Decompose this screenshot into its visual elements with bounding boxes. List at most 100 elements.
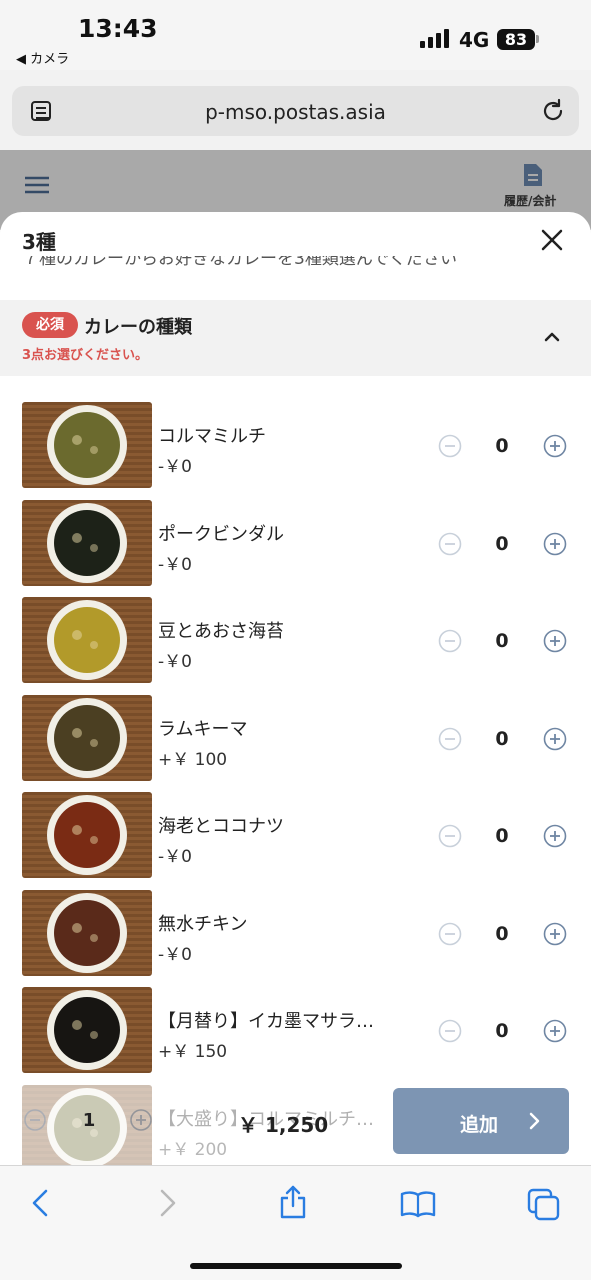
curry-topping (90, 738, 98, 747)
history-checkout-link[interactable]: 履歴/会計 (504, 192, 556, 209)
add-to-cart-bar: 1 ￥ 1,250 追加 (0, 1085, 591, 1165)
curry-photo (22, 597, 152, 683)
curry-photo (22, 499, 152, 586)
clock: 13:43 (78, 14, 158, 43)
curry-topping (72, 727, 82, 738)
item-quantity: 0 (495, 727, 509, 750)
item-price: -￥0 (158, 457, 192, 477)
minus-circle-icon[interactable] (438, 532, 462, 556)
list-item: ポークビンダル -￥0 0 (0, 499, 591, 598)
battery-icon: 83 (497, 29, 535, 50)
plus-circle-icon[interactable] (543, 922, 567, 946)
curry-surface (54, 607, 120, 673)
plus-circle-icon[interactable] (543, 434, 567, 458)
back-icon[interactable] (30, 1188, 50, 1218)
curry-topping (90, 933, 98, 942)
item-name: ポークビンダル (158, 523, 284, 545)
status-bar: 13:43 ◀ カメラ 4G 83 (0, 0, 591, 70)
section-header[interactable]: 必須 カレーの種類 3点お選びください。 (0, 300, 591, 376)
minus-circle-icon[interactable] (438, 434, 462, 458)
item-name: 【月替り】イカ墨マサラ… (158, 1011, 374, 1032)
item-price: -￥0 (158, 944, 192, 965)
battery-tip (536, 35, 539, 43)
quantity-increase-icon[interactable] (130, 1109, 152, 1131)
item-quantity: 0 (495, 435, 509, 457)
url-text[interactable]: p-mso.postas.asia (12, 100, 579, 124)
close-icon[interactable] (540, 228, 564, 252)
menu-icon[interactable] (25, 175, 49, 195)
item-name: ラムキーマ (158, 718, 248, 740)
order-total: ￥ 1,250 (238, 1113, 329, 1137)
list-item: ラムキーマ +￥ 100 0 (0, 694, 591, 793)
curry-photo (22, 402, 152, 488)
item-quantity: 0 (495, 532, 509, 555)
chevron-up-icon[interactable] (540, 328, 564, 344)
curry-photo (22, 792, 152, 878)
signal-icon (420, 28, 449, 48)
item-name: 豆とあおさ海苔 (158, 621, 284, 642)
required-badge: 必須 (22, 312, 78, 338)
plus-circle-icon[interactable] (543, 824, 567, 848)
item-quantity: 0 (495, 630, 509, 652)
curry-topping (72, 825, 82, 835)
forward-icon[interactable] (158, 1188, 178, 1218)
curry-photo (22, 889, 152, 976)
list-item: 無水チキン -￥0 0 (0, 889, 591, 988)
sheet-title: 3種 (22, 230, 56, 254)
quantity-decrease-icon[interactable] (24, 1109, 46, 1131)
item-quantity: 0 (495, 825, 509, 847)
back-to-app-link[interactable]: ◀ カメラ (16, 48, 69, 67)
network-type: 4G (459, 28, 490, 52)
curry-list: コルマミルチ -￥0 0 ポークビンダル -￥0 0 豆とあおさ海苔 -￥0 0… (0, 402, 591, 1165)
curry-surface (54, 899, 120, 966)
plus-circle-icon[interactable] (543, 1019, 567, 1043)
curry-topping (72, 1020, 82, 1030)
list-item: 豆とあおさ海苔 -￥0 0 (0, 597, 591, 695)
curry-surface (54, 704, 120, 771)
curry-surface (54, 509, 120, 576)
item-quantity: 0 (495, 1020, 509, 1042)
home-indicator (190, 1263, 402, 1269)
curry-photo (22, 987, 152, 1073)
add-button-label: 追加 (460, 1114, 499, 1136)
plus-circle-icon[interactable] (543, 727, 567, 751)
curry-topping (90, 543, 98, 552)
item-quantity: 0 (495, 922, 509, 945)
curry-surface (54, 802, 120, 868)
minus-circle-icon[interactable] (438, 629, 462, 653)
order-quantity: 1 (82, 1110, 96, 1131)
item-price: +￥ 100 (158, 749, 228, 770)
minus-circle-icon[interactable] (438, 824, 462, 848)
minus-circle-icon[interactable] (438, 1019, 462, 1043)
chevron-right-icon (529, 1112, 540, 1130)
reload-icon[interactable] (540, 98, 566, 124)
option-sheet: 3種 ７種のカレーからお好きなカレーを3種類選んでください 必須 カレーの種類 … (0, 212, 591, 1165)
item-name: 無水チキン (158, 913, 248, 935)
curry-topping (72, 435, 82, 445)
share-icon[interactable] (278, 1184, 308, 1220)
address-bar[interactable]: p-mso.postas.asia (12, 86, 579, 136)
item-price: +￥ 150 (158, 1042, 228, 1062)
minus-circle-icon[interactable] (438, 727, 462, 751)
item-name: コルマミルチ (158, 426, 266, 447)
document-icon[interactable] (522, 162, 544, 188)
tabs-icon[interactable] (527, 1188, 561, 1222)
bookmarks-icon[interactable] (400, 1190, 436, 1218)
item-price: -￥0 (158, 847, 192, 867)
item-name: 海老とココナツ (158, 816, 284, 837)
section-instruction: 3点お選びください。 (22, 348, 149, 363)
item-price: -￥0 (158, 652, 192, 672)
item-price: -￥0 (158, 554, 192, 575)
minus-circle-icon[interactable] (438, 922, 462, 946)
curry-photo (22, 694, 152, 781)
section-title: カレーの種類 (84, 317, 192, 338)
curry-topping (72, 532, 82, 543)
plus-circle-icon[interactable] (543, 532, 567, 556)
curry-topping (90, 641, 98, 649)
list-item: 【月替り】イカ墨マサラ… +￥ 150 0 (0, 987, 591, 1085)
list-item: コルマミルチ -￥0 0 (0, 402, 591, 500)
add-button[interactable]: 追加 (393, 1088, 569, 1154)
list-item: 海老とココナツ -￥0 0 (0, 792, 591, 890)
plus-circle-icon[interactable] (543, 629, 567, 653)
curry-topping (72, 630, 82, 640)
